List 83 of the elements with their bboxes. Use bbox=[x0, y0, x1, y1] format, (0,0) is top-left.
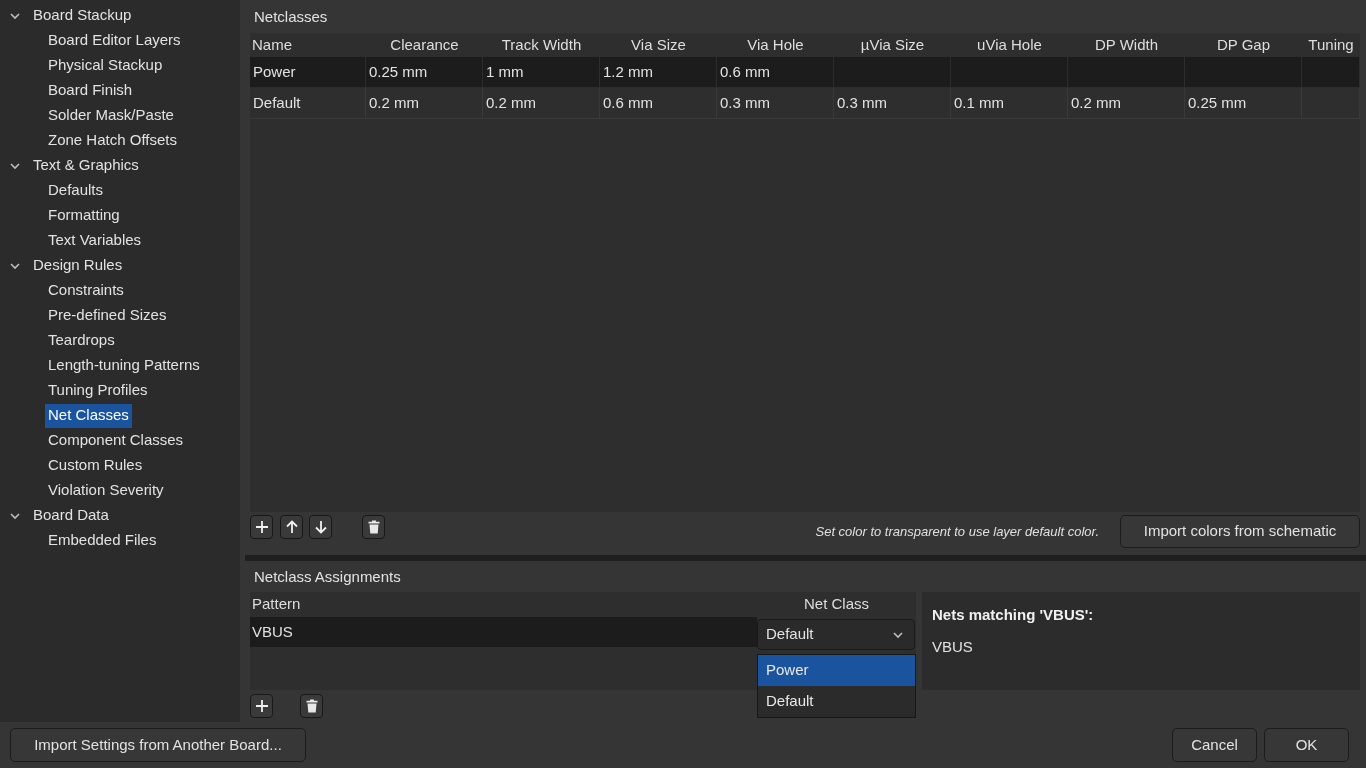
table-cell[interactable]: 0.1 mm bbox=[951, 88, 1068, 119]
table-cell[interactable]: VBUS bbox=[250, 617, 757, 647]
section-title: Netclass Assignments bbox=[254, 566, 401, 587]
table-cell[interactable]: 0.2 mm bbox=[483, 88, 600, 119]
column-header: Track Width bbox=[501, 34, 582, 55]
column-header: Via Size bbox=[631, 34, 686, 55]
sidebar-item[interactable]: Text Variables bbox=[45, 228, 145, 253]
sidebar-item[interactable]: Design Rules bbox=[30, 253, 126, 278]
table-cell[interactable]: 0.25 mm bbox=[1185, 88, 1302, 119]
import-settings-button[interactable]: Import Settings from Another Board... bbox=[10, 728, 306, 762]
table-cell[interactable]: 0.2 mm bbox=[1068, 88, 1185, 119]
table-cell[interactable]: 0.6 mm bbox=[600, 88, 717, 119]
chevron-icon[interactable] bbox=[10, 260, 20, 271]
sidebar-item[interactable]: Net Classes bbox=[45, 403, 132, 428]
dropdown-option[interactable]: Power bbox=[758, 655, 915, 686]
dialog-button[interactable]: OK bbox=[1264, 728, 1349, 762]
arrow-up-icon bbox=[284, 520, 299, 534]
plus-icon bbox=[254, 699, 269, 713]
column-header: Name bbox=[252, 34, 292, 55]
hint-text: Set color to transparent to use layer default color. bbox=[815, 522, 1099, 541]
sidebar-item[interactable]: Solder Mask/Paste bbox=[45, 103, 177, 128]
table-cell[interactable]: 1 mm bbox=[483, 57, 600, 88]
column-header: Via Hole bbox=[747, 34, 804, 55]
column-header: Tuning bbox=[1308, 34, 1354, 55]
sidebar-item[interactable]: Custom Rules bbox=[45, 453, 146, 478]
sidebar-item[interactable]: Teardrops bbox=[45, 328, 118, 353]
add-button[interactable] bbox=[250, 515, 273, 539]
net-class-dropdown[interactable]: Default bbox=[757, 619, 915, 650]
sidebar-item[interactable]: Physical Stackup bbox=[45, 53, 166, 78]
table-cell[interactable]: 1.2 mm bbox=[600, 57, 717, 88]
arrow-down-icon bbox=[313, 520, 328, 534]
add-button[interactable] bbox=[250, 694, 273, 718]
table-cell[interactable] bbox=[1068, 57, 1185, 88]
sidebar-item[interactable]: Board Data bbox=[30, 503, 112, 528]
column-header: uVia Hole bbox=[977, 34, 1042, 55]
table-cell[interactable]: 0.3 mm bbox=[717, 88, 834, 119]
table-cell[interactable] bbox=[1185, 57, 1302, 88]
chevron-icon[interactable] bbox=[10, 10, 20, 21]
sidebar-item[interactable]: Violation Severity bbox=[45, 478, 167, 503]
move-down-button[interactable] bbox=[309, 515, 332, 539]
chevron-icon[interactable] bbox=[893, 629, 903, 640]
sidebar-item[interactable]: Length-tuning Patterns bbox=[45, 353, 203, 378]
matches-title: Nets matching 'VBUS': bbox=[932, 605, 1095, 625]
sidebar-item[interactable]: Text & Graphics bbox=[30, 153, 142, 178]
sidebar-item[interactable]: Component Classes bbox=[45, 428, 187, 453]
net-name: VBUS bbox=[932, 636, 974, 657]
plus-icon bbox=[254, 520, 269, 534]
delete-button[interactable] bbox=[362, 515, 385, 539]
column-header: DP Width bbox=[1094, 34, 1159, 55]
column-header: DP Gap bbox=[1216, 34, 1271, 55]
column-header: Clearance bbox=[390, 34, 459, 55]
sidebar-item[interactable]: Embedded Files bbox=[45, 528, 160, 553]
table-cell[interactable]: Power bbox=[250, 57, 366, 88]
sidebar-item[interactable]: Board Finish bbox=[45, 78, 136, 103]
sidebar-item[interactable]: Defaults bbox=[45, 178, 107, 203]
column-header: Net Class bbox=[804, 594, 869, 615]
table-cell[interactable] bbox=[951, 57, 1068, 88]
sidebar-item[interactable]: Pre-defined Sizes bbox=[45, 303, 170, 328]
table-cell[interactable]: 0.3 mm bbox=[834, 88, 951, 119]
section-title: Netclasses bbox=[254, 6, 328, 27]
chevron-icon[interactable] bbox=[10, 510, 20, 521]
table-cell[interactable]: 0.25 mm bbox=[366, 57, 483, 88]
sidebar-item[interactable]: Tuning Profiles bbox=[45, 378, 151, 403]
table-cell[interactable]: 0.2 mm bbox=[366, 88, 483, 119]
import-colors-button[interactable]: Import colors from schematic bbox=[1120, 515, 1360, 548]
dialog-button[interactable]: Cancel bbox=[1172, 728, 1257, 762]
table-cell[interactable] bbox=[834, 57, 951, 88]
table-cell[interactable] bbox=[1302, 57, 1360, 88]
trash-icon bbox=[367, 520, 380, 534]
sidebar-item[interactable]: Formatting bbox=[45, 203, 123, 228]
sidebar-item[interactable]: Constraints bbox=[45, 278, 127, 303]
table-cell[interactable]: 0.6 mm bbox=[717, 57, 834, 88]
trash-icon bbox=[305, 699, 318, 713]
sidebar-item[interactable]: Board Editor Layers bbox=[45, 28, 184, 53]
delete-button[interactable] bbox=[300, 694, 323, 718]
chevron-icon[interactable] bbox=[10, 160, 20, 171]
column-header: µVia Size bbox=[860, 34, 925, 55]
table-cell[interactable]: Default bbox=[250, 88, 366, 119]
move-up-button[interactable] bbox=[280, 515, 303, 539]
sidebar-item[interactable]: Board Stackup bbox=[30, 3, 135, 28]
sidebar-item[interactable]: Zone Hatch Offsets bbox=[45, 128, 180, 153]
table-cell[interactable] bbox=[1302, 88, 1360, 119]
column-header: Pattern bbox=[252, 594, 301, 615]
